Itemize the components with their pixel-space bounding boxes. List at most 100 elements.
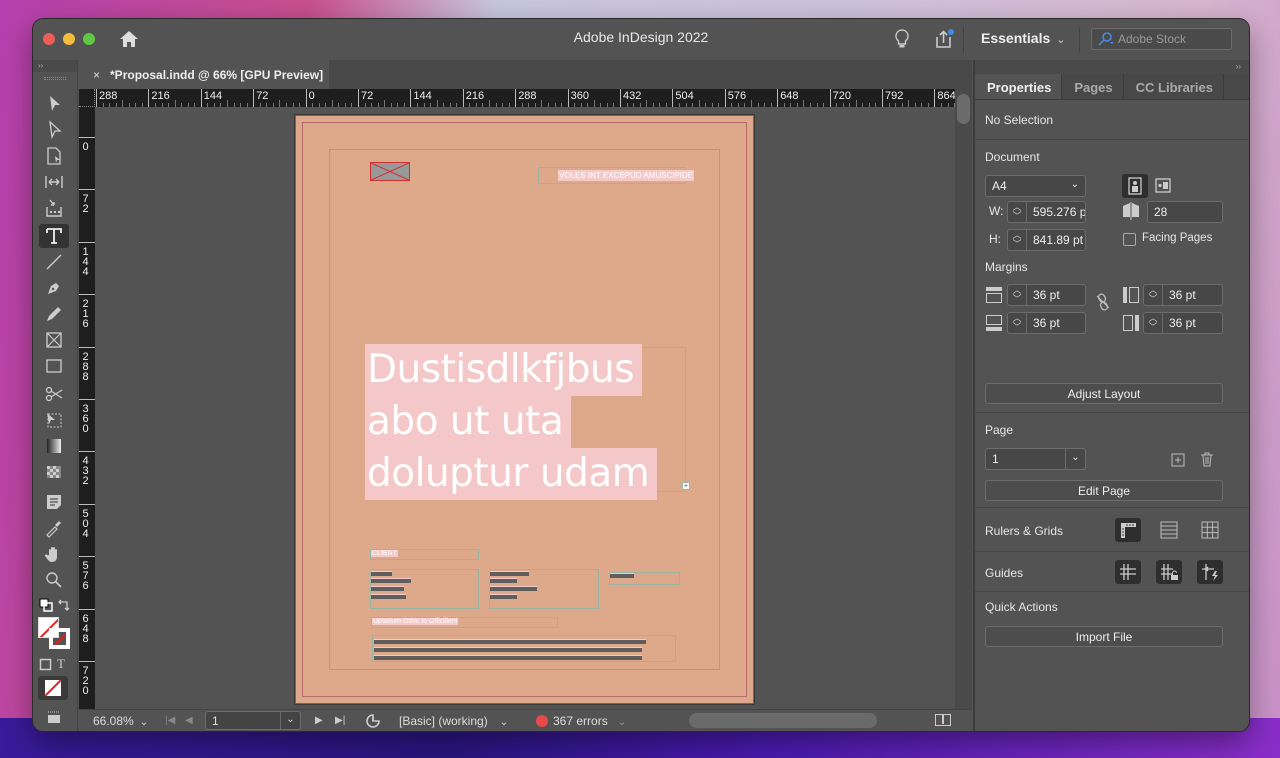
document-tab[interactable]: × *Proposal.indd @ 66% [GPU Preview]: [79, 60, 329, 89]
gap-icon: [45, 176, 63, 188]
add-page-icon[interactable]: [1171, 453, 1185, 467]
collapse-toolbar-button[interactable]: ››: [33, 60, 77, 72]
apply-none-button[interactable]: [38, 676, 68, 700]
previous-page-button[interactable]: ◀: [185, 715, 193, 726]
first-page-button[interactable]: |◀: [165, 715, 175, 726]
screen-mode-icon[interactable]: [45, 710, 63, 724]
smart-guides-icon: [1202, 564, 1218, 581]
zoom-level-dropdown[interactable]: 66.08% ⌄: [93, 714, 148, 728]
tab-pages[interactable]: Pages: [1062, 74, 1124, 99]
unlink-margins-icon[interactable]: [1095, 293, 1111, 311]
rectangle-frame-tool[interactable]: [39, 328, 69, 352]
horizontal-scrollbar[interactable]: [689, 713, 877, 728]
split-window-icon[interactable]: [935, 714, 951, 726]
margin-top-stepper[interactable]: ︿ ﹀: [1007, 284, 1027, 306]
height-stepper[interactable]: ︿ ﹀: [1007, 229, 1027, 251]
pasteboard[interactable]: VOLES INT EXCEPUD AMUSCIPIDE Dustisdlkfj…: [95, 107, 955, 709]
preflight-profile-dropdown[interactable]: [Basic] (working) ⌄: [399, 714, 508, 728]
content-collector-icon: [46, 199, 62, 217]
ruler-tick-label: 720: [79, 661, 95, 697]
collapse-panel-button[interactable]: ››: [975, 60, 1249, 74]
gap-tool[interactable]: [39, 170, 69, 194]
smart-guides-button[interactable]: [1197, 560, 1223, 584]
facing-pages-checkbox[interactable]: [1123, 233, 1136, 246]
tab-cc-libraries[interactable]: CC Libraries: [1124, 74, 1224, 99]
next-page-button[interactable]: ▶: [315, 715, 323, 726]
hand-tool[interactable]: [39, 542, 69, 566]
pen-tool[interactable]: [39, 276, 69, 300]
page-tool[interactable]: [39, 144, 69, 168]
width-field[interactable]: 595.276 pt: [1026, 201, 1086, 223]
height-field[interactable]: 841.89 pt: [1026, 229, 1086, 251]
number-of-pages-field[interactable]: 28: [1147, 201, 1223, 223]
document-page[interactable]: VOLES INT EXCEPUD AMUSCIPIDE Dustisdlkfj…: [295, 115, 754, 704]
guides-heading: Guides: [985, 566, 1024, 580]
page-select[interactable]: 1 ⌄: [985, 448, 1086, 470]
selection-tool[interactable]: [39, 92, 69, 116]
page-number-field[interactable]: 1 ⌄: [205, 711, 301, 730]
chevron-down-icon[interactable]: ⌄: [1065, 449, 1085, 469]
delete-page-icon[interactable]: [1200, 452, 1214, 467]
text-overflow-icon[interactable]: +: [682, 482, 690, 490]
document-grid-button[interactable]: [1197, 518, 1223, 542]
adjust-layout-button[interactable]: Adjust Layout: [985, 383, 1223, 404]
content-collector-tool[interactable]: [39, 196, 69, 220]
margin-bottom-stepper[interactable]: ︿ ﹀: [1007, 312, 1027, 334]
rectangle-tool[interactable]: [39, 354, 69, 378]
vertical-ruler[interactable]: 0721442162883604325045766487207: [79, 107, 95, 709]
toggle-guides-button[interactable]: [1115, 560, 1141, 584]
swap-fill-stroke-icon[interactable]: [57, 598, 71, 612]
edit-page-button[interactable]: Edit Page: [985, 480, 1223, 501]
share-icon[interactable]: [933, 28, 955, 50]
preflight-errors[interactable]: 367 errors ⌄: [553, 714, 626, 728]
line-tool[interactable]: [39, 250, 69, 274]
preflight-icon[interactable]: [365, 713, 383, 729]
pencil-tool[interactable]: [39, 302, 69, 326]
lock-guides-button[interactable]: [1156, 560, 1182, 584]
formatting-text-icon[interactable]: T: [57, 656, 65, 672]
landscape-icon: [1155, 178, 1171, 193]
none-swatch-icon: [45, 680, 61, 696]
vertical-scrollbar[interactable]: [955, 89, 972, 709]
document-grid-icon: [1201, 521, 1219, 539]
lightbulb-icon[interactable]: [893, 28, 911, 50]
tab-properties[interactable]: Properties: [975, 74, 1063, 99]
last-page-button[interactable]: ▶|: [335, 715, 345, 726]
margin-bottom-field[interactable]: 36 pt: [1026, 312, 1086, 334]
page-dropdown-button[interactable]: ⌄: [280, 712, 300, 729]
eyedropper-tool[interactable]: [39, 516, 69, 540]
free-transform-tool[interactable]: [39, 408, 69, 432]
horizontal-ruler[interactable]: 288 216 144 72 0 72 144 216 288 360 432 504 576 648 72…: [79, 89, 955, 107]
portrait-orientation-button[interactable]: [1122, 174, 1148, 198]
gradient-swatch-tool[interactable]: [39, 434, 69, 458]
workspace-switcher[interactable]: Essentials ⌄: [981, 30, 1065, 46]
stroke-swatch[interactable]: [49, 628, 70, 649]
note-tool[interactable]: [39, 490, 69, 514]
error-status-icon: [536, 715, 548, 727]
toggle-rulers-button[interactable]: [1115, 518, 1141, 542]
import-file-button[interactable]: Import File: [985, 626, 1223, 647]
adobe-stock-search-input[interactable]: Adobe Stock: [1091, 28, 1232, 50]
close-tab-icon[interactable]: ×: [93, 68, 100, 82]
indesign-window: Adobe InDesign 2022 Essentials ⌄ Adobe St…: [33, 19, 1249, 731]
margin-top-field[interactable]: 36 pt: [1026, 284, 1086, 306]
formatting-container-icon[interactable]: [39, 658, 52, 671]
document-preset-dropdown[interactable]: A4 ⌄: [985, 175, 1086, 197]
margin-right-field[interactable]: 36 pt: [1162, 312, 1223, 334]
type-tool[interactable]: [39, 224, 69, 248]
margin-left-stepper[interactable]: ︿ ﹀: [1143, 284, 1163, 306]
landscape-orientation-button[interactable]: [1150, 174, 1176, 198]
width-stepper[interactable]: ︿ ﹀: [1007, 201, 1027, 223]
vertical-scroll-thumb[interactable]: [957, 94, 970, 124]
baseline-grid-button[interactable]: [1156, 518, 1182, 542]
toolbar-grip[interactable]: [44, 77, 66, 80]
margin-left-field[interactable]: 36 pt: [1162, 284, 1223, 306]
image-placeholder-frame[interactable]: [370, 162, 410, 181]
scissors-tool[interactable]: [39, 382, 69, 406]
ruler-origin[interactable]: [79, 89, 95, 107]
direct-selection-tool[interactable]: [39, 118, 69, 142]
margin-right-stepper[interactable]: ︿ ﹀: [1143, 312, 1163, 334]
zoom-tool[interactable]: [39, 568, 69, 592]
default-fill-stroke-icon[interactable]: [39, 598, 53, 612]
gradient-feather-tool[interactable]: [39, 460, 69, 484]
